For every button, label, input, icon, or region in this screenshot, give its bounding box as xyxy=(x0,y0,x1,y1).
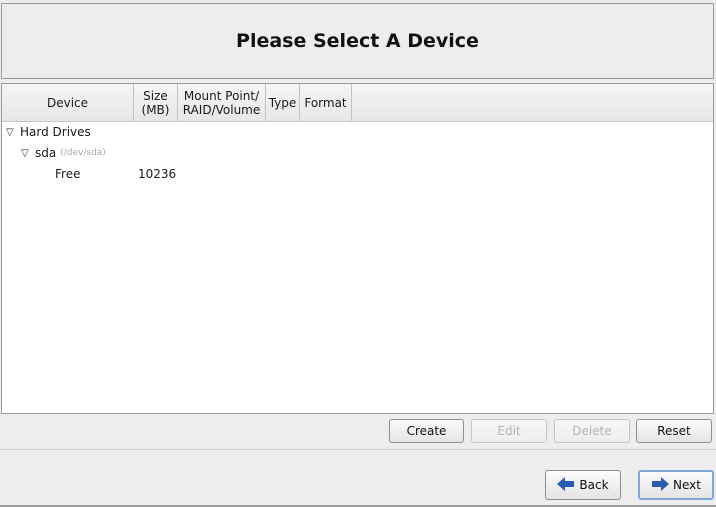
free-size: 10236 xyxy=(138,167,177,181)
divider xyxy=(0,449,716,450)
page-title: Please Select A Device xyxy=(236,30,479,52)
page-header: Please Select A Device xyxy=(1,3,714,79)
disk-path: (/dev/sda) xyxy=(60,148,106,158)
edit-button[interactable]: Edit xyxy=(471,419,547,443)
next-label: Next xyxy=(673,478,701,492)
column-type[interactable]: Type xyxy=(266,84,300,121)
column-device[interactable]: Device xyxy=(2,84,134,121)
tree-row-sda[interactable]: ▽ sda (/dev/sda) xyxy=(21,143,106,163)
column-mount-line1: Mount Point/ xyxy=(183,88,260,103)
column-size-line2: (MB) xyxy=(141,102,170,117)
column-size-line1: Size xyxy=(143,88,168,103)
tree-row-free[interactable]: Free 10236 xyxy=(55,164,205,184)
expander-open-icon[interactable]: ▽ xyxy=(6,127,20,138)
partition-actions: Create Edit Delete Reset xyxy=(0,419,716,445)
tree-row-hard-drives[interactable]: ▽ Hard Drives xyxy=(6,122,91,142)
column-mount-line2: RAID/Volume xyxy=(182,102,261,117)
column-format[interactable]: Format xyxy=(300,84,352,121)
device-tree[interactable]: Device Size (MB) Mount Point/RAID/Volume … xyxy=(1,83,714,414)
column-size[interactable]: Size (MB) xyxy=(134,84,178,121)
reset-button[interactable]: Reset xyxy=(636,419,712,443)
next-button[interactable]: Next xyxy=(638,470,714,500)
delete-button[interactable]: Delete xyxy=(554,419,630,443)
create-button[interactable]: Create xyxy=(389,419,464,443)
tree-group-label: Hard Drives xyxy=(20,125,91,139)
column-mount-point[interactable]: Mount Point/RAID/Volume xyxy=(178,84,266,121)
back-arrow-icon xyxy=(557,476,575,494)
next-arrow-icon xyxy=(651,476,670,494)
column-filler xyxy=(352,84,713,121)
disk-label: sda xyxy=(35,146,57,160)
column-headers: Device Size (MB) Mount Point/RAID/Volume … xyxy=(2,84,713,122)
back-button[interactable]: Back xyxy=(545,470,621,500)
back-label: Back xyxy=(579,478,609,492)
expander-open-icon[interactable]: ▽ xyxy=(21,148,35,159)
free-label: Free xyxy=(55,167,81,181)
